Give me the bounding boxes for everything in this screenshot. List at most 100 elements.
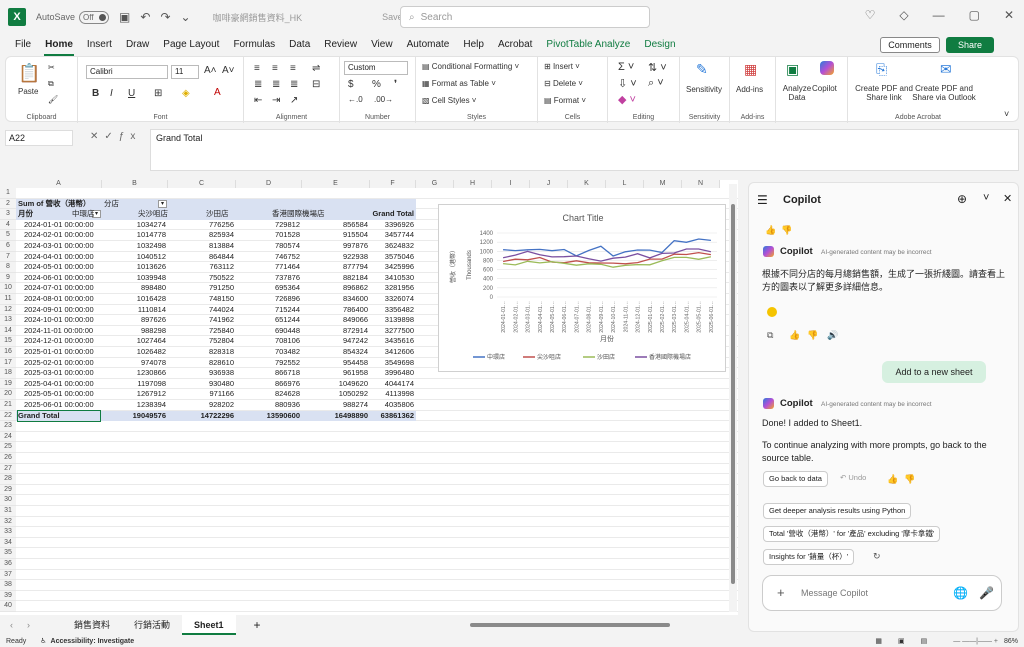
pivot-value-cell[interactable]: 882184 bbox=[304, 273, 368, 284]
pivot-value-cell[interactable]: 744024 bbox=[170, 305, 234, 316]
pivot-value-cell[interactable]: 825934 bbox=[170, 230, 234, 241]
minimize-icon[interactable]: — bbox=[933, 8, 945, 22]
pivot-value-cell[interactable]: 997876 bbox=[304, 241, 368, 252]
increase-font-icon[interactable]: A˄ bbox=[204, 65, 217, 76]
find-select-icon[interactable]: ⌕ ˅ bbox=[648, 77, 664, 90]
row-header[interactable]: 27 bbox=[0, 463, 16, 475]
orientation-icon[interactable]: ↗ bbox=[290, 95, 298, 106]
pivot-value-cell[interactable]: 1032498 bbox=[104, 241, 166, 252]
grand-total-label[interactable]: Grand Total bbox=[17, 409, 101, 423]
undo-icon[interactable]: ↶ bbox=[140, 10, 150, 24]
decrease-decimal-icon[interactable]: .00→ bbox=[374, 95, 393, 104]
line-chart[interactable]: Chart Title 0 200 400 600 800 1000 1200 1400 202… bbox=[438, 204, 726, 372]
pivot-value-cell[interactable]: 971166 bbox=[170, 389, 234, 400]
pivot-value-cell[interactable]: 877794 bbox=[304, 262, 368, 273]
row-header[interactable]: 1 bbox=[0, 188, 16, 199]
plus-icon[interactable]: + bbox=[777, 585, 785, 600]
row-header[interactable]: 21 bbox=[0, 400, 16, 411]
row-header[interactable]: 9 bbox=[0, 272, 16, 284]
pivot-row-label[interactable]: 2024-08-01 00:00:00 bbox=[18, 294, 100, 305]
tab-pivottable-analyze[interactable]: PivotTable Analyze bbox=[539, 34, 637, 56]
row-header[interactable]: 31 bbox=[0, 506, 16, 517]
pivot-value-cell[interactable]: 3435616 bbox=[372, 336, 414, 347]
tab-review[interactable]: Review bbox=[317, 34, 364, 56]
reference-icon[interactable] bbox=[767, 307, 777, 317]
go-back-to-data-button[interactable]: Go back to data bbox=[763, 471, 828, 487]
row-header[interactable]: 16 bbox=[0, 347, 16, 358]
row-header[interactable]: 32 bbox=[0, 516, 16, 528]
accessibility-status[interactable]: Accessibility: Investigate bbox=[51, 638, 135, 645]
pivot-value-cell[interactable]: 1014778 bbox=[104, 230, 166, 241]
horizontal-scroll-thumb[interactable] bbox=[470, 623, 670, 627]
font-size-select[interactable]: 11 bbox=[171, 65, 199, 79]
row-header[interactable]: 13 bbox=[0, 315, 16, 326]
document-name[interactable]: 咖啡豪網銷售資料_HK bbox=[213, 11, 303, 24]
tab-acrobat[interactable]: Acrobat bbox=[491, 34, 539, 56]
pivot-value-cell[interactable]: 3412606 bbox=[372, 347, 414, 358]
pivot-row-label[interactable]: 2024-10-01 00:00:00 bbox=[18, 315, 100, 326]
row-header[interactable]: 26 bbox=[0, 453, 16, 464]
column-header[interactable]: M bbox=[644, 180, 682, 188]
tab-design[interactable]: Design bbox=[637, 34, 682, 56]
pivot-column-header[interactable]: 香港國際機場店 bbox=[272, 209, 366, 220]
pivot-value-cell[interactable]: 856584 bbox=[304, 220, 368, 231]
lightbulb-icon[interactable]: ♡ bbox=[865, 8, 876, 22]
tab-insert[interactable]: Insert bbox=[80, 34, 119, 56]
prev-sheet-icon[interactable]: ‹ bbox=[10, 620, 13, 630]
pivot-value-cell[interactable]: 780574 bbox=[238, 241, 300, 252]
next-sheet-icon[interactable]: › bbox=[27, 620, 30, 630]
pivot-value-cell[interactable]: 954458 bbox=[304, 358, 368, 369]
pivot-value-cell[interactable]: 729812 bbox=[238, 220, 300, 231]
currency-icon[interactable]: $ bbox=[348, 79, 354, 90]
pivot-value-cell[interactable]: 897626 bbox=[104, 315, 166, 326]
suggestion-python[interactable]: Get deeper analysis results using Python bbox=[763, 503, 912, 519]
pivot-value-cell[interactable]: 1016428 bbox=[104, 294, 166, 305]
row-header[interactable]: 6 bbox=[0, 241, 16, 252]
pivot-value-cell[interactable]: 834600 bbox=[304, 294, 368, 305]
column-header[interactable]: L bbox=[606, 180, 644, 188]
pivot-row-label[interactable]: 2024-12-01 00:00:00 bbox=[18, 336, 100, 347]
pivot-value-cell[interactable]: 3549698 bbox=[372, 358, 414, 369]
row-header[interactable]: 5 bbox=[0, 230, 16, 241]
pivot-value-cell[interactable]: 3356482 bbox=[372, 305, 414, 316]
pivot-value-cell[interactable]: 792552 bbox=[238, 358, 300, 369]
vertical-scrollbar[interactable] bbox=[729, 184, 737, 612]
sort-filter-icon[interactable]: ⇅ ˅ bbox=[648, 61, 667, 74]
row-header[interactable]: 17 bbox=[0, 357, 16, 369]
column-header[interactable]: K bbox=[568, 180, 606, 188]
grand-total-cell[interactable]: 14722296 bbox=[170, 411, 234, 422]
italic-icon[interactable]: I bbox=[110, 88, 113, 99]
row-header[interactable]: 36 bbox=[0, 559, 16, 570]
row-header[interactable]: 22 bbox=[0, 410, 16, 422]
row-header[interactable]: 39 bbox=[0, 590, 16, 602]
row-header[interactable]: 11 bbox=[0, 294, 16, 305]
vertical-scroll-thumb[interactable] bbox=[731, 204, 735, 584]
analyze-data-icon[interactable]: ▣ bbox=[786, 61, 799, 78]
close-icon[interactable]: ✕ bbox=[1004, 8, 1014, 22]
pivot-value-cell[interactable]: 1039948 bbox=[104, 273, 166, 284]
pivot-value-cell[interactable]: 690448 bbox=[238, 326, 300, 337]
pivot-value-cell[interactable]: 988274 bbox=[304, 400, 368, 411]
bold-icon[interactable]: B bbox=[92, 88, 99, 99]
tab-view[interactable]: View bbox=[364, 34, 400, 56]
speaker-icon[interactable]: 🔊 bbox=[827, 330, 838, 341]
pivot-value-cell[interactable]: 695364 bbox=[238, 283, 300, 294]
grand-total-cell[interactable]: 19049576 bbox=[104, 411, 166, 422]
percent-icon[interactable]: % bbox=[372, 79, 381, 90]
tab-file[interactable]: File bbox=[8, 34, 38, 56]
pivot-value-cell[interactable]: 3624832 bbox=[372, 241, 414, 252]
formula-icons[interactable]: ✕✓ƒx bbox=[90, 131, 141, 142]
align-middle-icon[interactable]: ≡ bbox=[272, 63, 278, 74]
pivot-value-cell[interactable]: 741962 bbox=[170, 315, 234, 326]
decrease-font-icon[interactable]: A˅ bbox=[222, 65, 235, 76]
name-box[interactable]: A22 bbox=[5, 130, 73, 146]
zoom-slider[interactable]: — ——|—— + bbox=[953, 638, 998, 645]
column-header[interactable]: G bbox=[416, 180, 454, 188]
row-header[interactable]: 10 bbox=[0, 283, 16, 294]
addins-button[interactable]: Add-ins bbox=[736, 85, 763, 94]
customize-icon[interactable]: ⌄ bbox=[181, 10, 191, 24]
pivot-value-cell[interactable]: 896862 bbox=[304, 283, 368, 294]
pivot-value-cell[interactable]: 988298 bbox=[104, 326, 166, 337]
pivot-value-cell[interactable]: 4113998 bbox=[372, 389, 414, 400]
pivot-value-cell[interactable]: 746752 bbox=[238, 252, 300, 263]
